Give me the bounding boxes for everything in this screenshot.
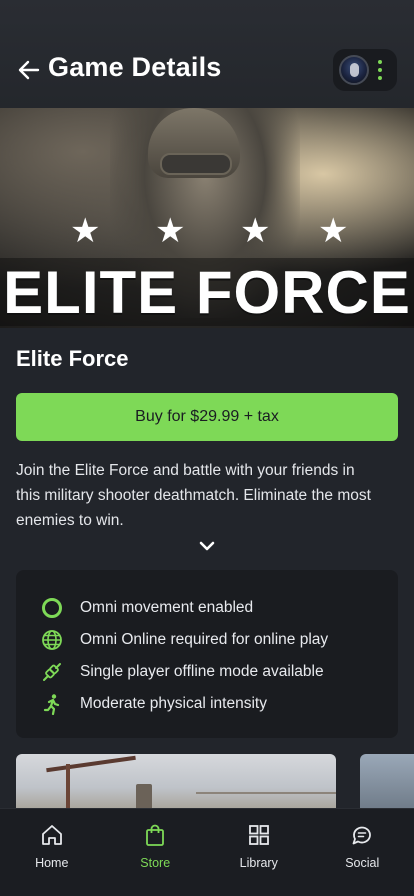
tab-label: Store bbox=[140, 856, 171, 870]
feature-label: Omni movement enabled bbox=[80, 599, 254, 616]
bottom-tab-bar: Home Store Library Social bbox=[0, 808, 414, 896]
star-icon: ★ bbox=[240, 211, 271, 251]
screenshot-thumbnail[interactable] bbox=[16, 754, 336, 810]
top-app-bar: Game Details bbox=[0, 0, 414, 108]
chat-bubble-icon bbox=[349, 822, 375, 848]
tab-label: Home bbox=[35, 856, 69, 870]
screenshot-thumbnail[interactable] bbox=[360, 754, 414, 810]
chevron-down-icon bbox=[199, 541, 215, 551]
feature-item: Single player offline mode available bbox=[40, 656, 398, 688]
back-button[interactable] bbox=[14, 55, 44, 85]
feature-label: Single player offline mode available bbox=[80, 663, 324, 680]
feature-item: Omni movement enabled bbox=[40, 592, 398, 624]
ring-icon bbox=[40, 596, 64, 620]
screenshot-carousel[interactable] bbox=[0, 754, 414, 810]
star-icon: ★ bbox=[155, 211, 186, 251]
game-description: Join the Elite Force and battle with you… bbox=[16, 462, 371, 529]
screenshot-detail bbox=[196, 792, 336, 794]
page-title: Game Details bbox=[48, 52, 222, 82]
grid-icon bbox=[246, 822, 272, 848]
running-icon bbox=[40, 692, 64, 716]
expand-description-button[interactable] bbox=[196, 538, 218, 554]
screenshot-detail bbox=[136, 784, 152, 810]
banner-title: ELITE FORCE bbox=[0, 258, 414, 326]
buy-button[interactable]: Buy for $29.99 + tax bbox=[16, 393, 398, 441]
tab-label: Library bbox=[239, 856, 278, 870]
shopping-bag-icon bbox=[142, 822, 168, 848]
tab-library[interactable]: Library bbox=[207, 809, 311, 896]
avatar[interactable] bbox=[339, 55, 369, 85]
features-card: Omni movement enabled Omni Online requir… bbox=[16, 570, 398, 738]
star-icon: ★ bbox=[70, 211, 101, 251]
feature-item: Omni Online required for online play bbox=[40, 624, 398, 656]
tab-store[interactable]: Store bbox=[104, 809, 208, 896]
tab-social[interactable]: Social bbox=[311, 809, 414, 896]
tab-label: Social bbox=[345, 856, 380, 870]
game-title: Elite Force bbox=[16, 346, 129, 371]
feature-label: Omni Online required for online play bbox=[80, 631, 329, 648]
feature-label: Moderate physical intensity bbox=[80, 695, 267, 712]
globe-icon bbox=[40, 628, 64, 652]
profile-menu[interactable] bbox=[333, 49, 397, 91]
star-icon: ★ bbox=[318, 211, 349, 251]
banner-stars: ★ ★ ★ ★ bbox=[0, 211, 414, 251]
arrow-left-icon bbox=[18, 60, 40, 80]
goggles-artwork bbox=[160, 153, 232, 175]
screenshot-detail bbox=[66, 764, 70, 810]
screenshot-detail bbox=[46, 755, 136, 773]
tab-home[interactable]: Home bbox=[0, 809, 104, 896]
feature-item: Moderate physical intensity bbox=[40, 688, 398, 720]
offline-plug-icon bbox=[40, 660, 64, 684]
home-icon bbox=[39, 822, 65, 848]
game-hero-banner: ★ ★ ★ ★ ELITE FORCE bbox=[0, 108, 414, 328]
more-vertical-icon[interactable] bbox=[377, 60, 383, 80]
